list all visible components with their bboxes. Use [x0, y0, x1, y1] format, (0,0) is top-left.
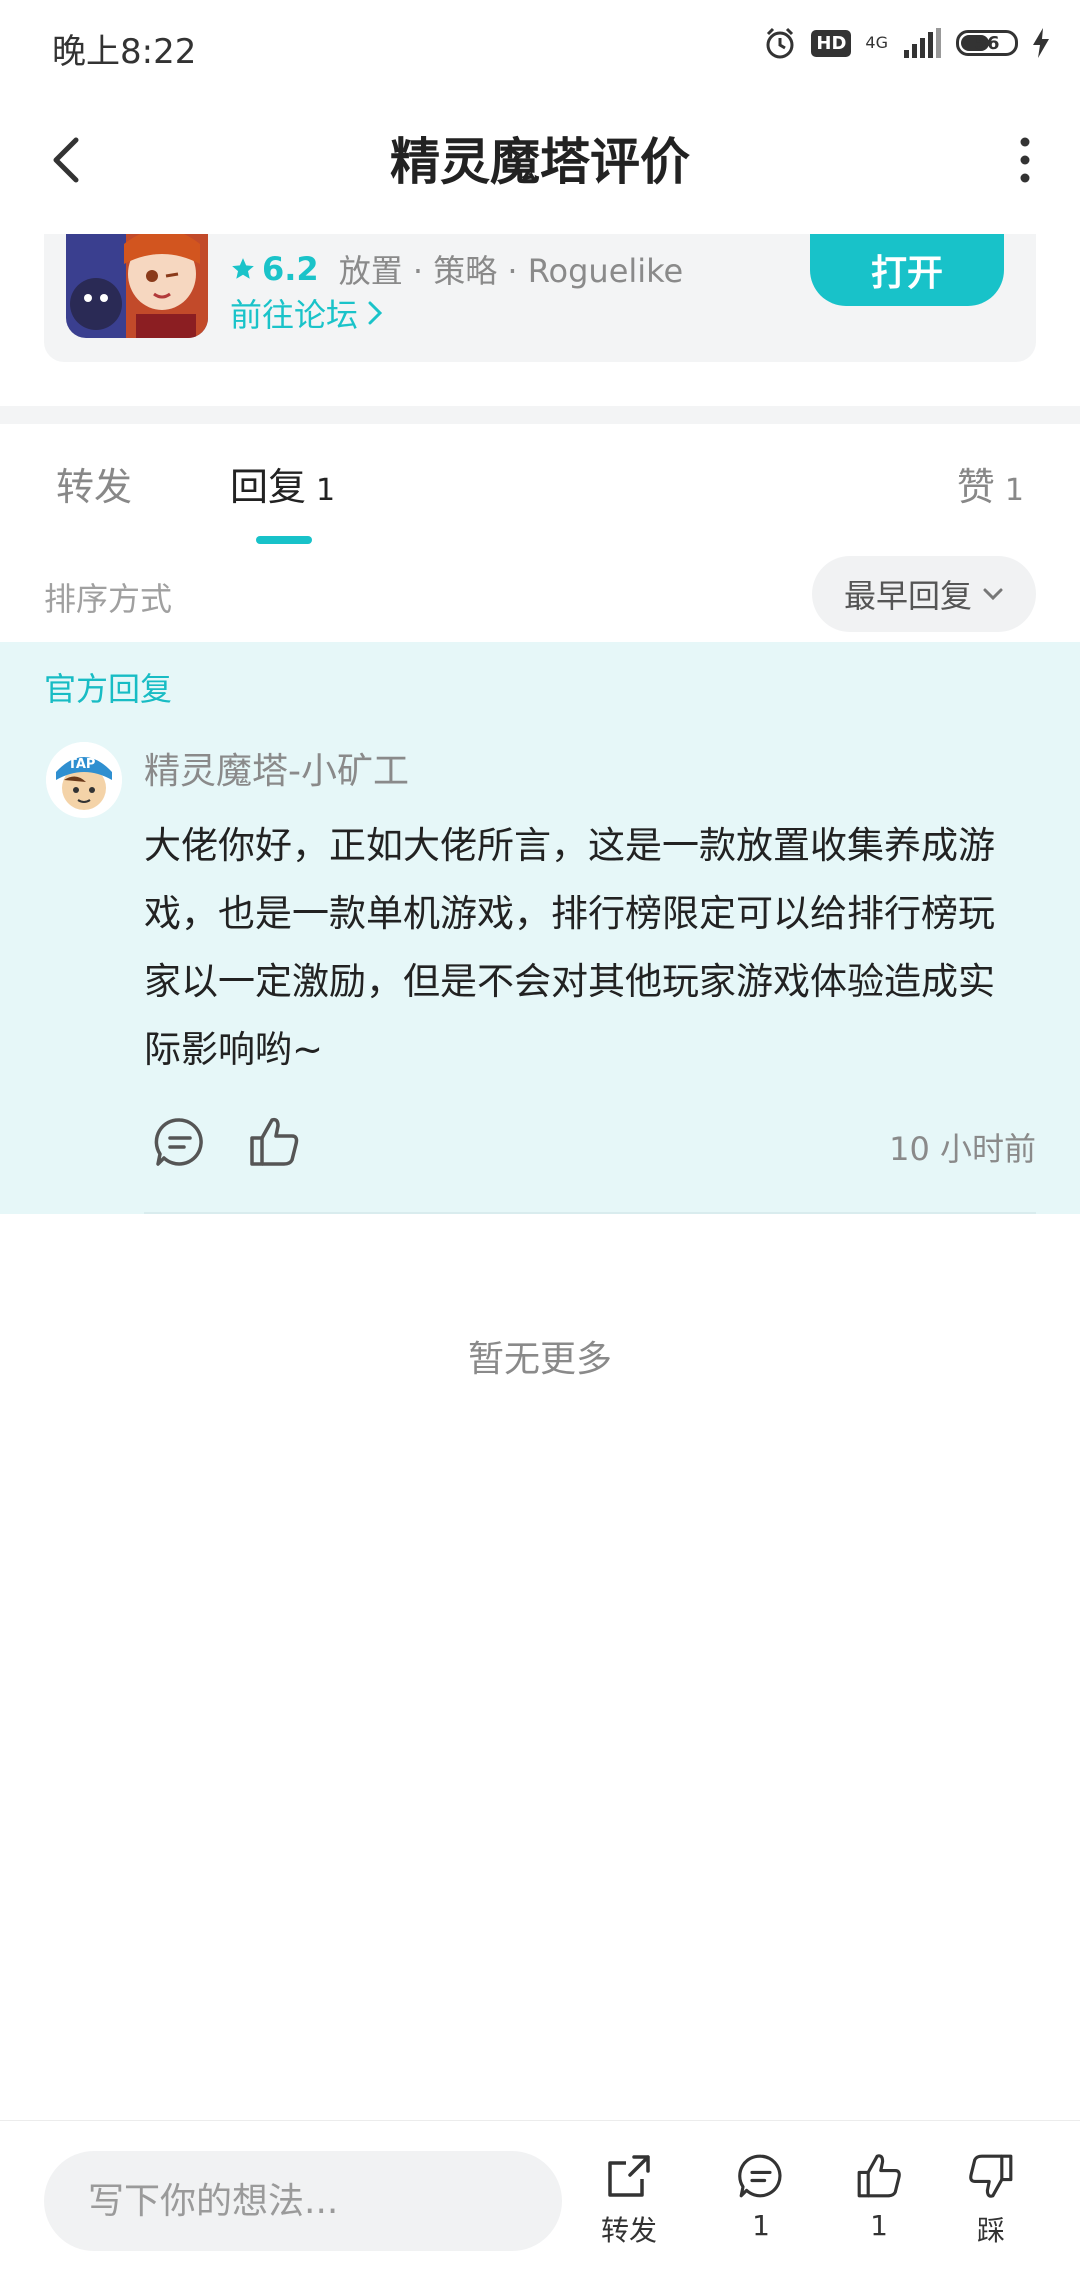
thumbs-up-icon: [857, 2154, 901, 2198]
tab-replies-label: 回复: [230, 465, 307, 509]
page-title: 精灵魔塔评价: [390, 133, 690, 191]
svg-text:TAP: TAP: [68, 757, 95, 772]
status-bar: 晚上8:22 HD 4G 56: [0, 0, 1080, 90]
comment-icon[interactable]: [150, 1112, 210, 1172]
like-button[interactable]: 1: [834, 2149, 924, 2242]
hd-badge: HD: [811, 29, 852, 57]
chevron-down-icon: [983, 588, 1003, 601]
official-reply-label: 官方回复: [44, 670, 173, 708]
tab-likes-label: 赞: [956, 465, 995, 509]
share-icon: [608, 2155, 650, 2197]
comment-icon: [738, 2154, 782, 2198]
status-icons: HD 4G 56: [763, 26, 1050, 60]
sort-label: 排序方式: [44, 580, 173, 618]
active-tab-indicator: [256, 536, 312, 544]
genre-tags: 放置 · 策略 · Roguelike: [338, 252, 684, 290]
charging-icon: [1033, 28, 1049, 58]
signal-icon: [904, 28, 941, 58]
bottom-action-bar: 转发 1 1 踩: [0, 2120, 1080, 2281]
sort-row: 排序方式 最早回复: [0, 556, 1080, 640]
open-game-button[interactable]: 打开: [810, 234, 1004, 306]
star-icon: [232, 258, 254, 279]
reply-text: 大佬你好，正如大佬所言，这是一款放置收集养成游戏，也是一款单机游戏，排行榜限定可…: [144, 824, 995, 1071]
tab-forward-label: 转发: [56, 465, 133, 509]
tab-likes[interactable]: 赞1: [957, 456, 1024, 511]
tab-replies-count: 1: [316, 473, 336, 508]
alarm-icon: [766, 27, 794, 59]
thumbs-down-icon: [969, 2154, 1013, 2198]
sort-value: 最早回复: [843, 577, 972, 615]
battery-icon: 56: [956, 30, 1018, 56]
reply-divider: [144, 1212, 1036, 1214]
comment-button[interactable]: 1: [716, 2149, 806, 2242]
no-more-text: 暂无更多: [467, 1339, 612, 1380]
game-icon: [66, 234, 208, 338]
network-label: 4G: [865, 33, 888, 52]
forum-link[interactable]: 前往论坛: [230, 290, 384, 336]
more-options-icon[interactable]: [1010, 130, 1040, 190]
like-count: 1: [870, 2209, 888, 2242]
thumbs-up-icon[interactable]: [244, 1112, 304, 1172]
comment-input[interactable]: [44, 2151, 562, 2251]
tab-forward[interactable]: 转发: [56, 456, 132, 511]
forum-link-label: 前往论坛: [230, 296, 359, 334]
sort-dropdown[interactable]: 最早回复: [812, 556, 1036, 632]
tab-replies[interactable]: 回复 1: [230, 456, 335, 511]
tab-likes-count: 1: [1004, 473, 1024, 508]
reply-actions: 10 小时前: [144, 1112, 1036, 1182]
tab-bar: 转发 回复 1 赞1: [0, 430, 1080, 550]
rating-value: 6.2: [262, 250, 319, 288]
share-button[interactable]: 转发: [584, 2149, 674, 2249]
chevron-right-icon: [368, 301, 383, 325]
dislike-label: 踩: [976, 2214, 1005, 2247]
app-header: 精灵魔塔评价: [0, 100, 1080, 220]
avatar[interactable]: TAP: [46, 742, 122, 818]
reply-author[interactable]: 精灵魔塔-小矿工: [144, 742, 409, 794]
reply-timestamp: 10 小时前: [889, 1130, 1036, 1168]
dislike-button[interactable]: 踩: [946, 2149, 1036, 2249]
comment-count: 1: [752, 2209, 770, 2242]
share-label: 转发: [600, 2214, 657, 2247]
rating-row: 6.2 放置 · 策略 · Roguelike: [230, 246, 683, 292]
game-card[interactable]: 6.2 放置 · 策略 · Roguelike 前往论坛 打开: [44, 234, 1036, 362]
status-time: 晚上8:22: [52, 32, 197, 72]
section-divider: [0, 406, 1080, 424]
official-reply: 官方回复 TAP 精灵魔塔-小矿工 大佬你好，正如大佬所言，这是一款放置收集养成…: [0, 642, 1080, 1214]
